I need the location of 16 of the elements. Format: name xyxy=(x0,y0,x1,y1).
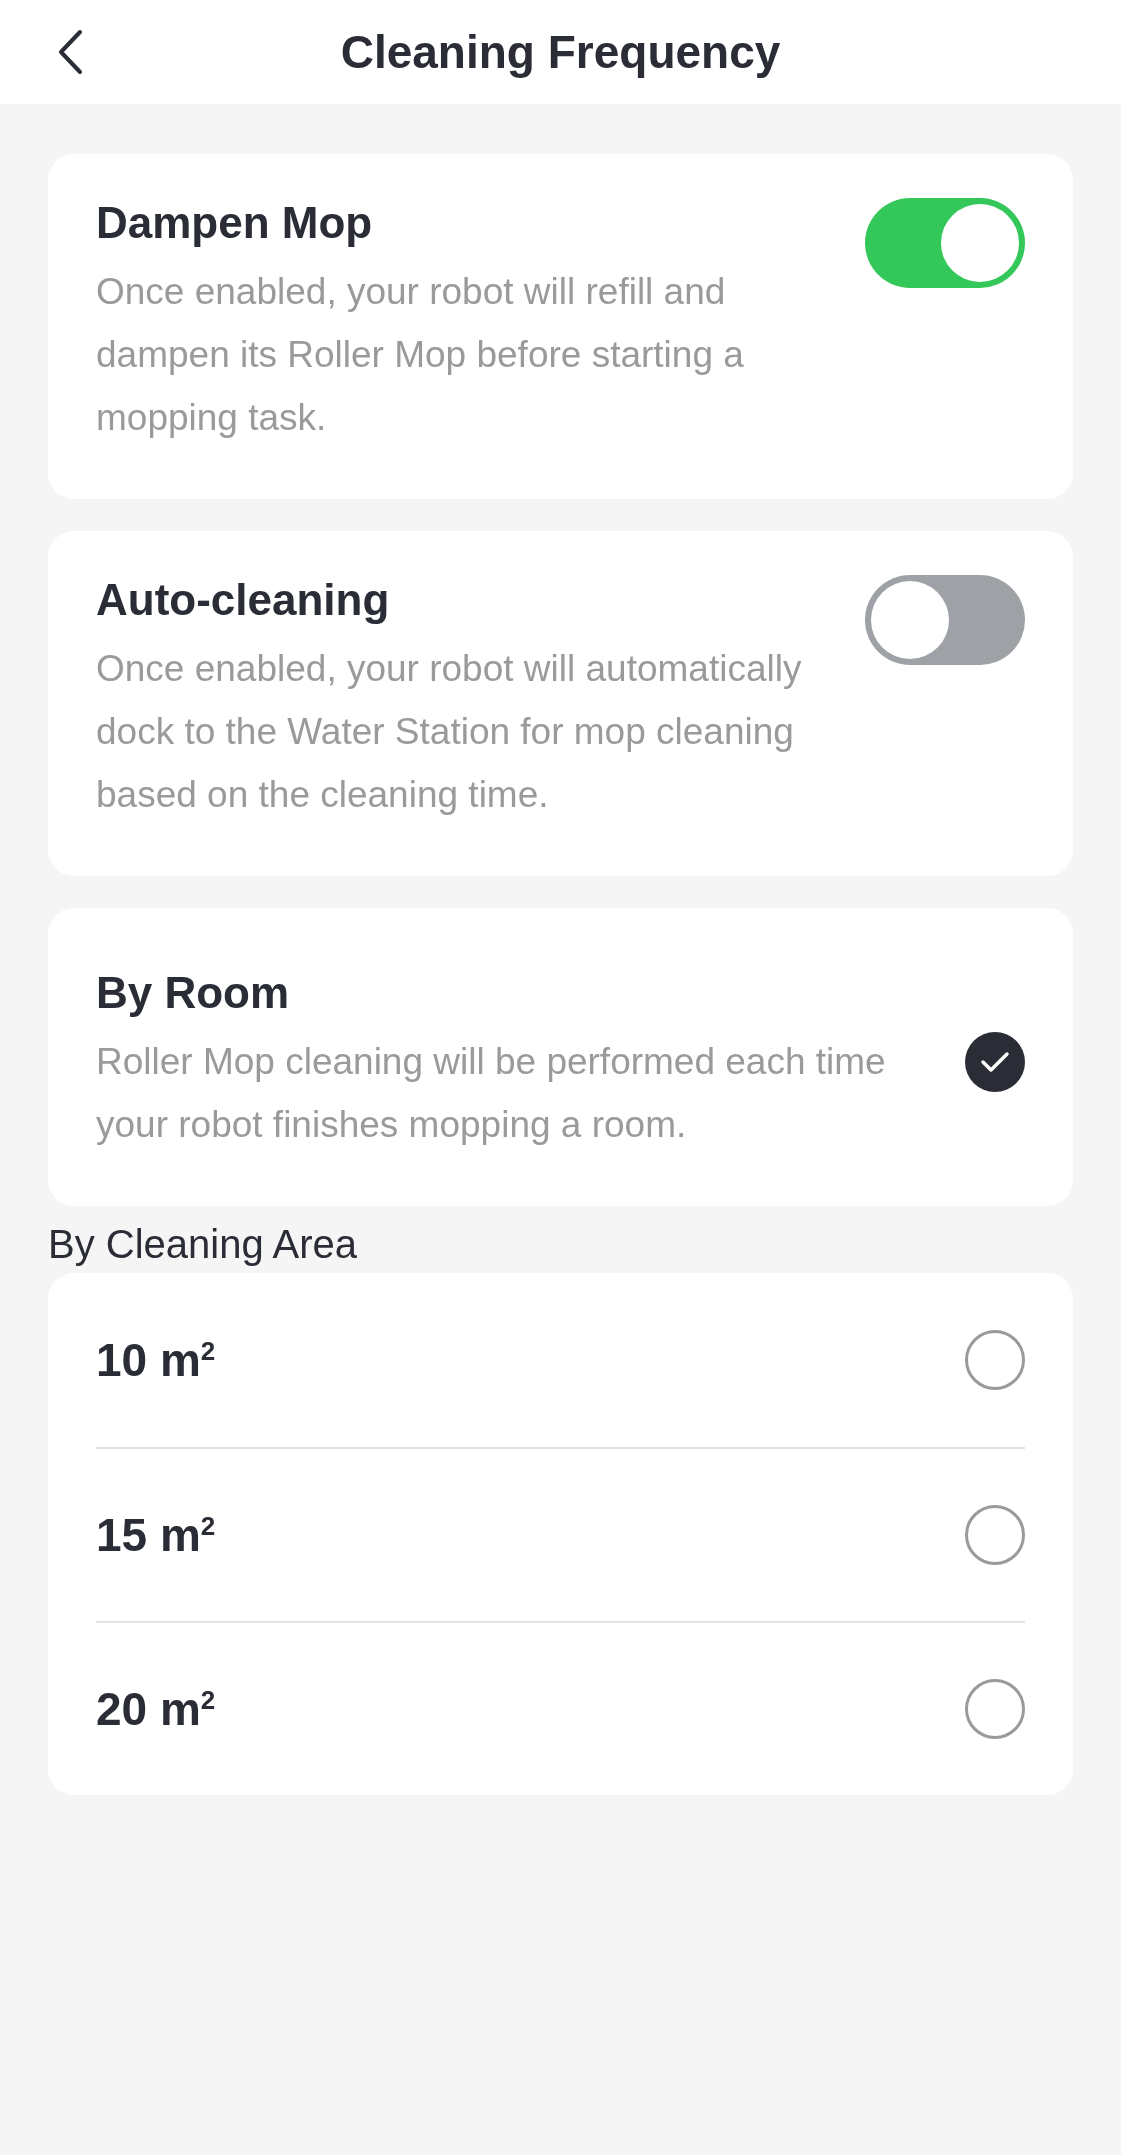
radio-button[interactable] xyxy=(965,1679,1025,1739)
setting-title: By Room xyxy=(96,968,291,1018)
setting-description: Roller Mop cleaning will be performed each time your robot finishes mopping a room. xyxy=(96,1040,887,1147)
area-option-label: 20 m$^{2}$ xyxy=(96,1682,216,1736)
section-label: By Cleaning Area xyxy=(47,1221,359,1268)
setting-title: Dampen Mop xyxy=(96,198,374,248)
area-option-label: 15 m$^{2}$ xyxy=(96,1508,216,1562)
area-option-label: 10 m$^{2}$ xyxy=(96,1333,216,1387)
setting-description: Once enabled, your robot will refill and dampen its Roller Mop before starting a mopping task. xyxy=(96,270,745,440)
setting-title: Auto-cleaning xyxy=(96,575,391,625)
page-title: Cleaning Frequency xyxy=(340,25,781,79)
radio-button[interactable] xyxy=(965,1505,1025,1565)
radio-button[interactable] xyxy=(965,1330,1025,1390)
back-icon xyxy=(57,29,83,75)
check-circle[interactable] xyxy=(965,1032,1025,1092)
setting-description: Once enabled, your robot will automatically dock to the Water Station for mop cleaning based on the cleaning time. xyxy=(96,647,803,817)
